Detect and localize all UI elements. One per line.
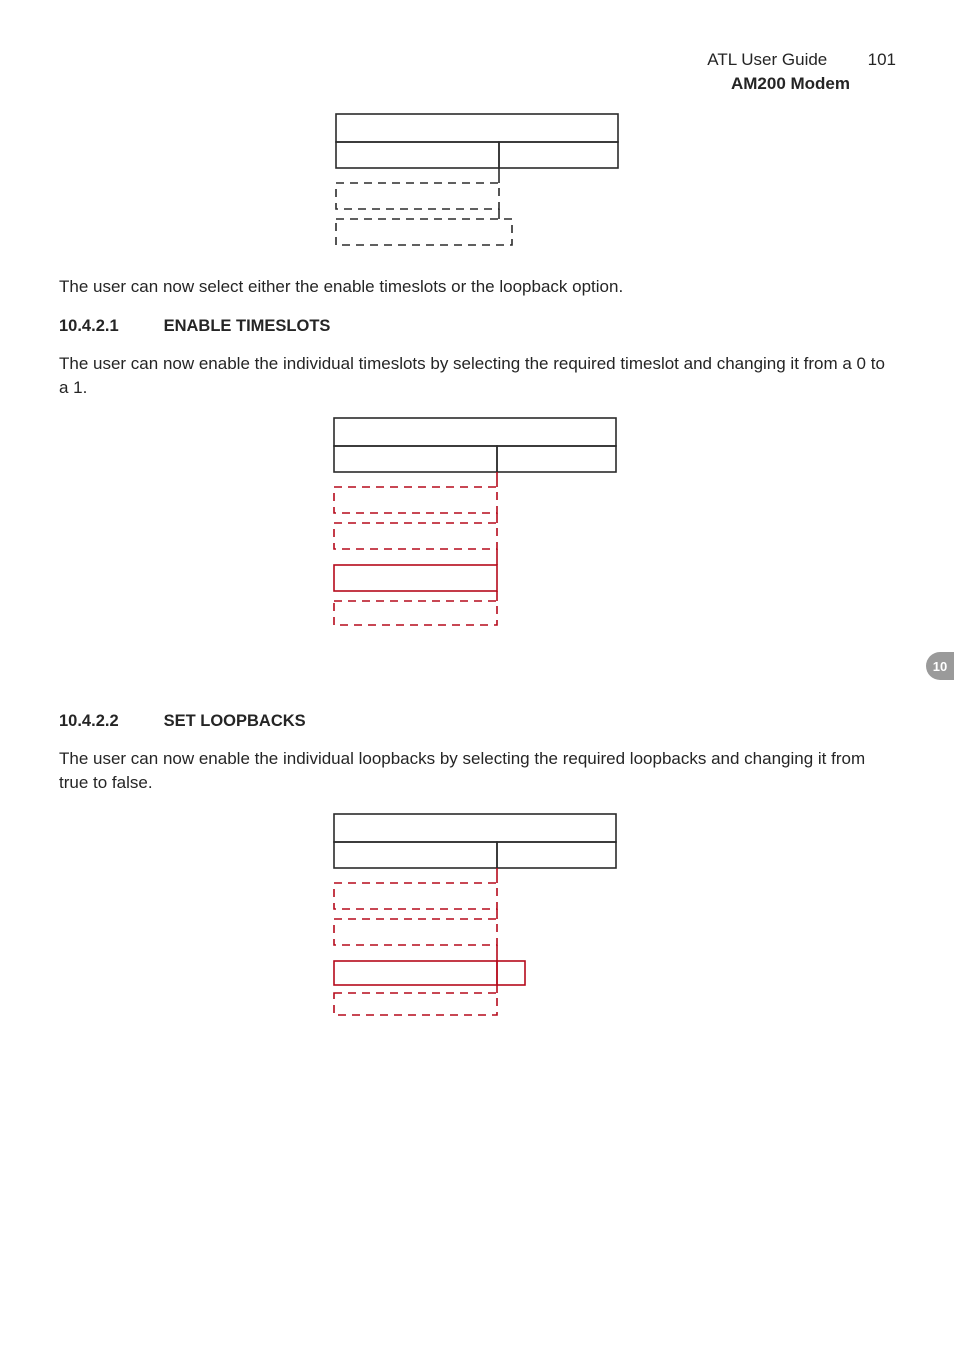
spacer — [59, 662, 890, 712]
timeslots-paragraph: The user can now enable the individual t… — [59, 352, 890, 400]
guide-title: ATL User Guide — [707, 50, 827, 69]
intro-paragraph: The user can now select either the enabl… — [59, 275, 890, 299]
chapter-tab-label: 10 — [933, 659, 947, 674]
diagram-1 — [335, 113, 619, 246]
section-title: SET LOOPBACKS — [164, 712, 306, 730]
section-title: ENABLE TIMESLOTS — [164, 317, 331, 335]
section-number: 10.4.2.1 — [59, 317, 159, 336]
page-header: ATL User Guide 101 AM200 Modem — [707, 48, 896, 96]
header-line-1: ATL User Guide 101 — [707, 48, 896, 72]
diagram-1-wrap — [0, 113, 954, 251]
product-name: AM200 Modem — [707, 72, 850, 96]
chapter-tab: 10 — [926, 652, 954, 680]
loopbacks-paragraph: The user can now enable the individual l… — [59, 747, 890, 795]
section-number: 10.4.2.2 — [59, 712, 159, 731]
document-page: ATL User Guide 101 AM200 Modem 10 The us… — [0, 0, 954, 1351]
diagram-2 — [333, 417, 617, 627]
section-heading-loopbacks: 10.4.2.2 SET LOOPBACKS — [59, 712, 890, 731]
content-area: The user can now select either the enabl… — [59, 275, 890, 1052]
diagram-2-wrap — [59, 417, 890, 632]
diagram-3 — [333, 813, 617, 1017]
diagram-3-wrap — [59, 813, 890, 1022]
section-heading-timeslots: 10.4.2.1 ENABLE TIMESLOTS — [59, 317, 890, 336]
page-number: 101 — [850, 48, 896, 72]
